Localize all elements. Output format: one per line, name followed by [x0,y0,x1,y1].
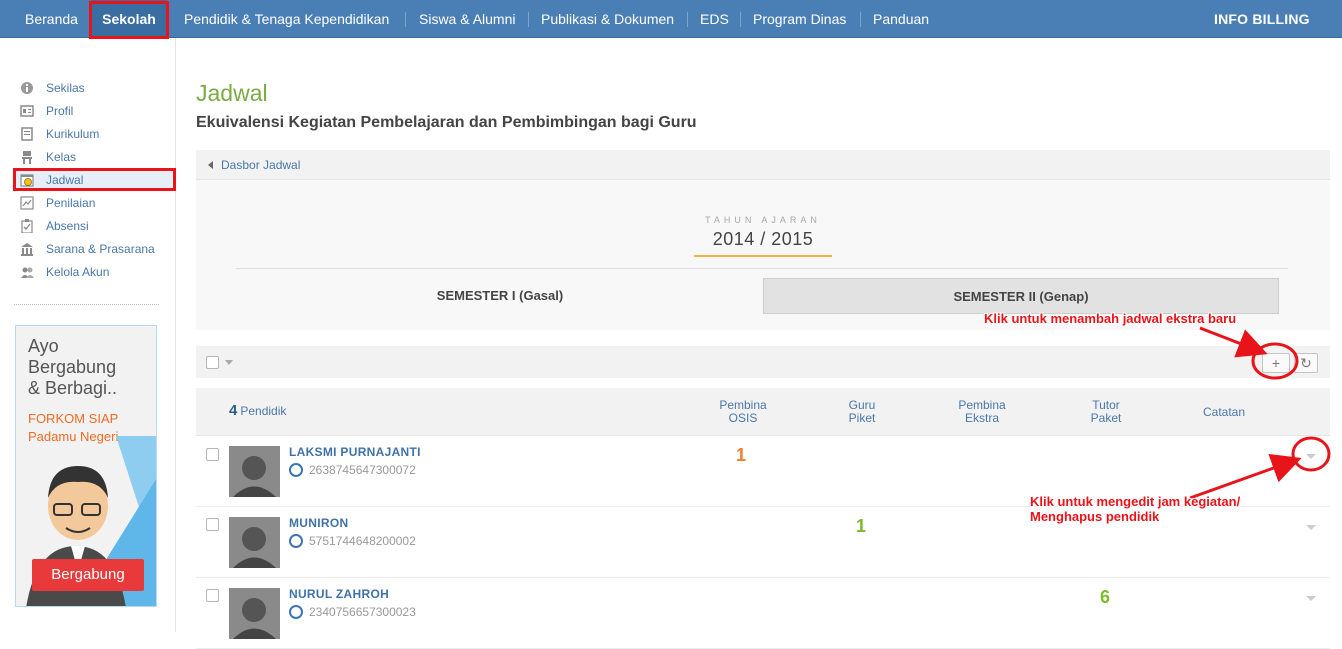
chevron-down-icon[interactable] [225,360,233,365]
add-schedule-button[interactable]: + [1262,353,1290,373]
teacher-nuptk: 2638745647300072 [289,463,416,477]
tutwuri-badge-icon [289,463,303,477]
book-icon [20,127,34,141]
breadcrumb: Dasbor Jadwal [196,150,1330,180]
chair-icon [20,150,34,164]
info-icon [20,81,34,95]
nav-panduan[interactable]: Panduan [873,0,929,38]
sidebar-item-label: Penilaian [46,196,96,210]
sidebar-item-label: Kelas [46,150,77,164]
nav-program-dinas[interactable]: Program Dinas [753,0,846,38]
sidebar-item-label: Sarana & Prasarana [46,242,155,256]
banner-title: Ayo Bergabung & Berbagi.. [28,336,118,398]
annotation-edit-text: Klik untuk mengedit jam kegiatan/ Mengha… [1030,494,1241,524]
value-tutor-paket[interactable]: 6 [1085,587,1125,608]
sidebar-item-sekilas[interactable]: Sekilas [20,78,85,98]
sidebar-item-label: Sekilas [46,81,85,95]
nav-beranda[interactable]: Beranda [25,0,78,38]
tutwuri-badge-icon [289,534,303,548]
sidebar-item-kelola-akun[interactable]: Kelola Akun [20,262,109,282]
avatar [229,588,280,639]
row-checkbox[interactable] [206,589,219,602]
column-pembina-ekstra: Pembina Ekstra [958,398,1006,425]
row-checkbox[interactable] [206,448,219,461]
column-guru-piket: Guru Piket [848,398,876,425]
value-guru-piket[interactable]: 1 [841,516,881,537]
refresh-icon: ↻ [1300,355,1312,371]
sidebar-item-absensi[interactable]: Absensi [20,216,89,236]
sidebar-divider [14,304,159,305]
column-pembina-osis: Pembina OSIS [719,398,767,425]
sidebar-item-kurikulum[interactable]: Kurikulum [20,124,99,144]
teacher-name[interactable]: LAKSMI PURNAJANTI [289,445,421,459]
sidebar-item-kelas[interactable]: Kelas [20,147,76,167]
sidebar-item-penilaian[interactable]: Penilaian [20,193,95,213]
column-catatan: Catatan [1202,405,1246,419]
teacher-count: 4 Pendidik [229,402,287,419]
building-icon [20,242,34,256]
info-billing-link[interactable]: INFO BILLING [1214,0,1310,38]
plus-icon: + [1271,355,1281,371]
chevron-left-icon [208,160,213,169]
tutwuri-badge-icon [289,605,303,619]
sidebar-item-profil[interactable]: Profil [20,101,73,121]
avatar [229,446,280,497]
breadcrumb-dasbor-jadwal[interactable]: Dasbor Jadwal [221,158,300,172]
refresh-button[interactable]: ↻ [1294,353,1318,373]
chart-icon [20,196,34,210]
page-subtitle: Ekuivalensi Kegiatan Pembelajaran dan Pe… [196,114,697,131]
nav-separator [528,12,529,27]
academic-year-panel: TAHUN AJARAN 2014 / 2015 SEMESTER I (Gas… [196,180,1330,330]
nav-eds[interactable]: EDS [700,0,729,38]
nav-publikasi[interactable]: Publikasi & Dokumen [541,0,674,38]
sidebar-item-label: Kurikulum [46,127,100,141]
value-pembina-osis[interactable]: 1 [721,445,761,466]
profile-card-icon [20,104,34,118]
forkom-banner[interactable]: Ayo Bergabung & Berbagi.. FORKOM SIAP Pa… [15,325,157,607]
sidebar: Sekilas Profil Kurikulum Kelas Jadwal Pe… [0,38,176,632]
clipboard-check-icon [20,219,34,234]
academic-year-selector[interactable]: 2014 / 2015 [196,229,1330,250]
highlight-box-jadwal [13,168,176,191]
table-header: 4 Pendidik Pembina OSIS Guru Piket Pembina E… [196,388,1330,436]
sidebar-item-label: Kelola Akun [46,265,110,279]
tab-semester-1[interactable]: SEMESTER I (Gasal) [236,278,764,314]
top-navbar: Beranda Sekolah Pendidik & Tenaga Kepend… [0,0,1342,38]
row-checkbox[interactable] [206,518,219,531]
column-tutor-paket: Tutor Paket [1090,398,1122,425]
nav-siswa-alumni[interactable]: Siswa & Alumni [419,0,515,38]
year-underline [694,255,832,257]
select-all-checkbox[interactable] [206,356,219,369]
nav-pendidik[interactable]: Pendidik & Tenaga Kependidikan [184,0,389,38]
nav-separator [405,12,406,27]
sidebar-item-label: Profil [46,104,74,118]
users-icon [20,265,34,279]
table-row[interactable]: NURUL ZAHROH 2340756657300023 6 [196,578,1330,649]
bergabung-button[interactable]: Bergabung [32,559,144,591]
nav-separator [740,12,741,27]
avatar [229,517,280,568]
teacher-nuptk: 2340756657300023 [289,605,416,619]
highlight-box-sekolah [89,1,169,39]
sidebar-item-label: Absensi [46,219,89,233]
sidebar-item-sarana[interactable]: Sarana & Prasarana [20,239,155,259]
nav-separator [687,12,688,27]
row-menu-chevron-icon[interactable] [1306,454,1316,459]
row-menu-chevron-icon[interactable] [1306,596,1316,601]
table-toolbar: + ↻ [196,346,1330,378]
page-title: Jadwal [196,80,268,106]
academic-year-label: TAHUN AJARAN [705,215,821,225]
teacher-name[interactable]: NURUL ZAHROH [289,587,389,601]
teacher-nuptk: 5751744648200002 [289,534,416,548]
nav-separator [860,12,861,27]
annotation-add-text: Klik untuk menambah jadwal ekstra baru [984,311,1237,326]
divider [236,268,1288,269]
row-menu-chevron-icon[interactable] [1306,525,1316,530]
tab-semester-2[interactable]: SEMESTER II (Genap) [763,278,1279,314]
teacher-name[interactable]: MUNIRON [289,516,348,530]
